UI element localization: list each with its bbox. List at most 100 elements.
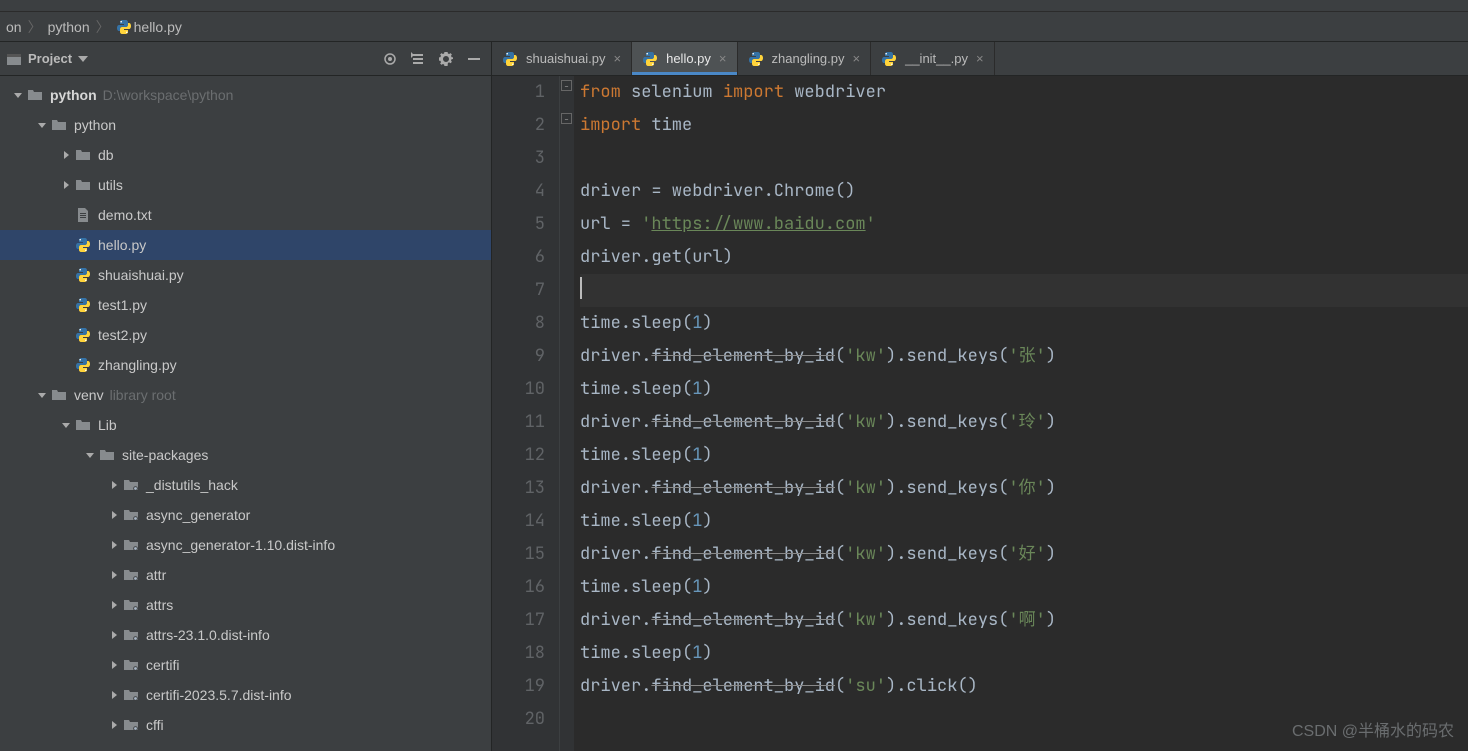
line-number[interactable]: 17 [492, 604, 545, 637]
tree-file[interactable]: demo.txt [0, 200, 491, 230]
line-number[interactable]: 5 [492, 208, 545, 241]
project-tree[interactable]: pythonD:\workspace\pythonpythondbutilsde… [0, 76, 491, 751]
tree-twisty-icon[interactable] [58, 357, 74, 373]
tree-twisty-icon[interactable] [106, 687, 122, 703]
tree-file[interactable]: hello.py [0, 230, 491, 260]
tree-folder[interactable]: db [0, 140, 491, 170]
tree-folder[interactable]: utils [0, 170, 491, 200]
tree-twisty-icon[interactable] [58, 147, 74, 163]
line-number[interactable]: 4 [492, 175, 545, 208]
tree-twisty-icon[interactable] [58, 267, 74, 283]
breadcrumb[interactable]: on 〉 python 〉 hello.py [0, 12, 1468, 42]
select-opened-file-button[interactable] [379, 48, 401, 70]
tree-folder[interactable]: venvlibrary root [0, 380, 491, 410]
editor-tab[interactable]: zhangling.py× [738, 42, 872, 75]
breadcrumb-item[interactable]: on [6, 19, 22, 35]
chevron-down-icon[interactable] [78, 56, 88, 62]
tree-twisty-icon[interactable] [82, 447, 98, 463]
code-line[interactable] [580, 703, 1468, 736]
code-line[interactable]: driver.find_element_by_id('kw').send_key… [580, 340, 1468, 373]
tree-folder[interactable]: pythonD:\workspace\python [0, 80, 491, 110]
tree-twisty-icon[interactable] [58, 417, 74, 433]
line-number[interactable]: 14 [492, 505, 545, 538]
code-line[interactable]: driver.find_element_by_id('kw').send_key… [580, 406, 1468, 439]
code-editor[interactable]: 1234567891011121314151617181920 - - from… [492, 76, 1468, 751]
tree-folder[interactable]: site-packages [0, 440, 491, 470]
tree-twisty-icon[interactable] [34, 117, 50, 133]
code-line[interactable]: import time [580, 109, 1468, 142]
code-line[interactable]: driver.find_element_by_id('kw').send_key… [580, 538, 1468, 571]
tree-folder[interactable]: attrs-23.1.0.dist-info [0, 620, 491, 650]
tree-folder[interactable]: async_generator [0, 500, 491, 530]
code-line[interactable]: driver.get(url) [580, 241, 1468, 274]
line-gutter[interactable]: 1234567891011121314151617181920 [492, 76, 560, 751]
tree-folder[interactable]: Lib [0, 410, 491, 440]
code-line[interactable]: time.sleep(1) [580, 505, 1468, 538]
fold-column[interactable]: - - [560, 76, 574, 751]
line-number[interactable]: 11 [492, 406, 545, 439]
close-icon[interactable]: × [976, 51, 984, 66]
fold-handle-icon[interactable]: - [561, 113, 572, 124]
line-number[interactable]: 19 [492, 670, 545, 703]
tree-folder[interactable]: certifi [0, 650, 491, 680]
line-number[interactable]: 15 [492, 538, 545, 571]
code-line[interactable]: driver.find_element_by_id('kw').send_key… [580, 472, 1468, 505]
menu-bar[interactable] [0, 0, 1468, 12]
code-line[interactable]: time.sleep(1) [580, 373, 1468, 406]
tree-twisty-icon[interactable] [34, 387, 50, 403]
tree-twisty-icon[interactable] [106, 537, 122, 553]
settings-button[interactable] [435, 48, 457, 70]
close-icon[interactable]: × [719, 51, 727, 66]
code-line[interactable]: url = 'https://www.baidu.com' [580, 208, 1468, 241]
line-number[interactable]: 2 [492, 109, 545, 142]
tree-folder[interactable]: async_generator-1.10.dist-info [0, 530, 491, 560]
tree-twisty-icon[interactable] [106, 657, 122, 673]
code-line[interactable]: driver.find_element_by_id('kw').send_key… [580, 604, 1468, 637]
line-number[interactable]: 20 [492, 703, 545, 736]
code-area[interactable]: from selenium import webdriverimport tim… [574, 76, 1468, 751]
editor-tab[interactable]: shuaishuai.py× [492, 42, 632, 75]
line-number[interactable]: 9 [492, 340, 545, 373]
line-number[interactable]: 8 [492, 307, 545, 340]
tree-file[interactable]: zhangling.py [0, 350, 491, 380]
code-line[interactable]: time.sleep(1) [580, 307, 1468, 340]
code-line[interactable] [580, 142, 1468, 175]
tree-folder[interactable]: cffi [0, 710, 491, 740]
expand-all-button[interactable] [407, 48, 429, 70]
tree-twisty-icon[interactable] [58, 207, 74, 223]
tree-folder[interactable]: attr [0, 560, 491, 590]
close-icon[interactable]: × [853, 51, 861, 66]
close-icon[interactable]: × [614, 51, 622, 66]
line-number[interactable]: 10 [492, 373, 545, 406]
code-line[interactable]: driver.find_element_by_id('su').click() [580, 670, 1468, 703]
line-number[interactable]: 6 [492, 241, 545, 274]
tree-twisty-icon[interactable] [58, 327, 74, 343]
editor-tab[interactable]: __init__.py× [871, 42, 994, 75]
tree-twisty-icon[interactable] [58, 177, 74, 193]
tree-twisty-icon[interactable] [106, 627, 122, 643]
project-title[interactable]: Project [28, 51, 72, 66]
tree-twisty-icon[interactable] [58, 237, 74, 253]
fold-handle-icon[interactable]: - [561, 80, 572, 91]
tree-twisty-icon[interactable] [106, 597, 122, 613]
editor-tab[interactable]: hello.py× [632, 42, 737, 75]
line-number[interactable]: 12 [492, 439, 545, 472]
line-number[interactable]: 13 [492, 472, 545, 505]
tree-file[interactable]: test1.py [0, 290, 491, 320]
tree-twisty-icon[interactable] [106, 567, 122, 583]
code-line[interactable]: driver = webdriver.Chrome() [580, 175, 1468, 208]
tree-twisty-icon[interactable] [106, 717, 122, 733]
line-number[interactable]: 1 [492, 76, 545, 109]
line-number[interactable]: 3 [492, 142, 545, 175]
code-line[interactable]: time.sleep(1) [580, 571, 1468, 604]
tree-file[interactable]: shuaishuai.py [0, 260, 491, 290]
breadcrumb-item[interactable]: python [48, 19, 90, 35]
hide-button[interactable] [463, 48, 485, 70]
tree-twisty-icon[interactable] [106, 507, 122, 523]
code-line[interactable]: time.sleep(1) [580, 439, 1468, 472]
tree-twisty-icon[interactable] [58, 297, 74, 313]
tree-folder[interactable]: _distutils_hack [0, 470, 491, 500]
line-number[interactable]: 18 [492, 637, 545, 670]
tree-twisty-icon[interactable] [106, 477, 122, 493]
line-number[interactable]: 7 [492, 274, 545, 307]
